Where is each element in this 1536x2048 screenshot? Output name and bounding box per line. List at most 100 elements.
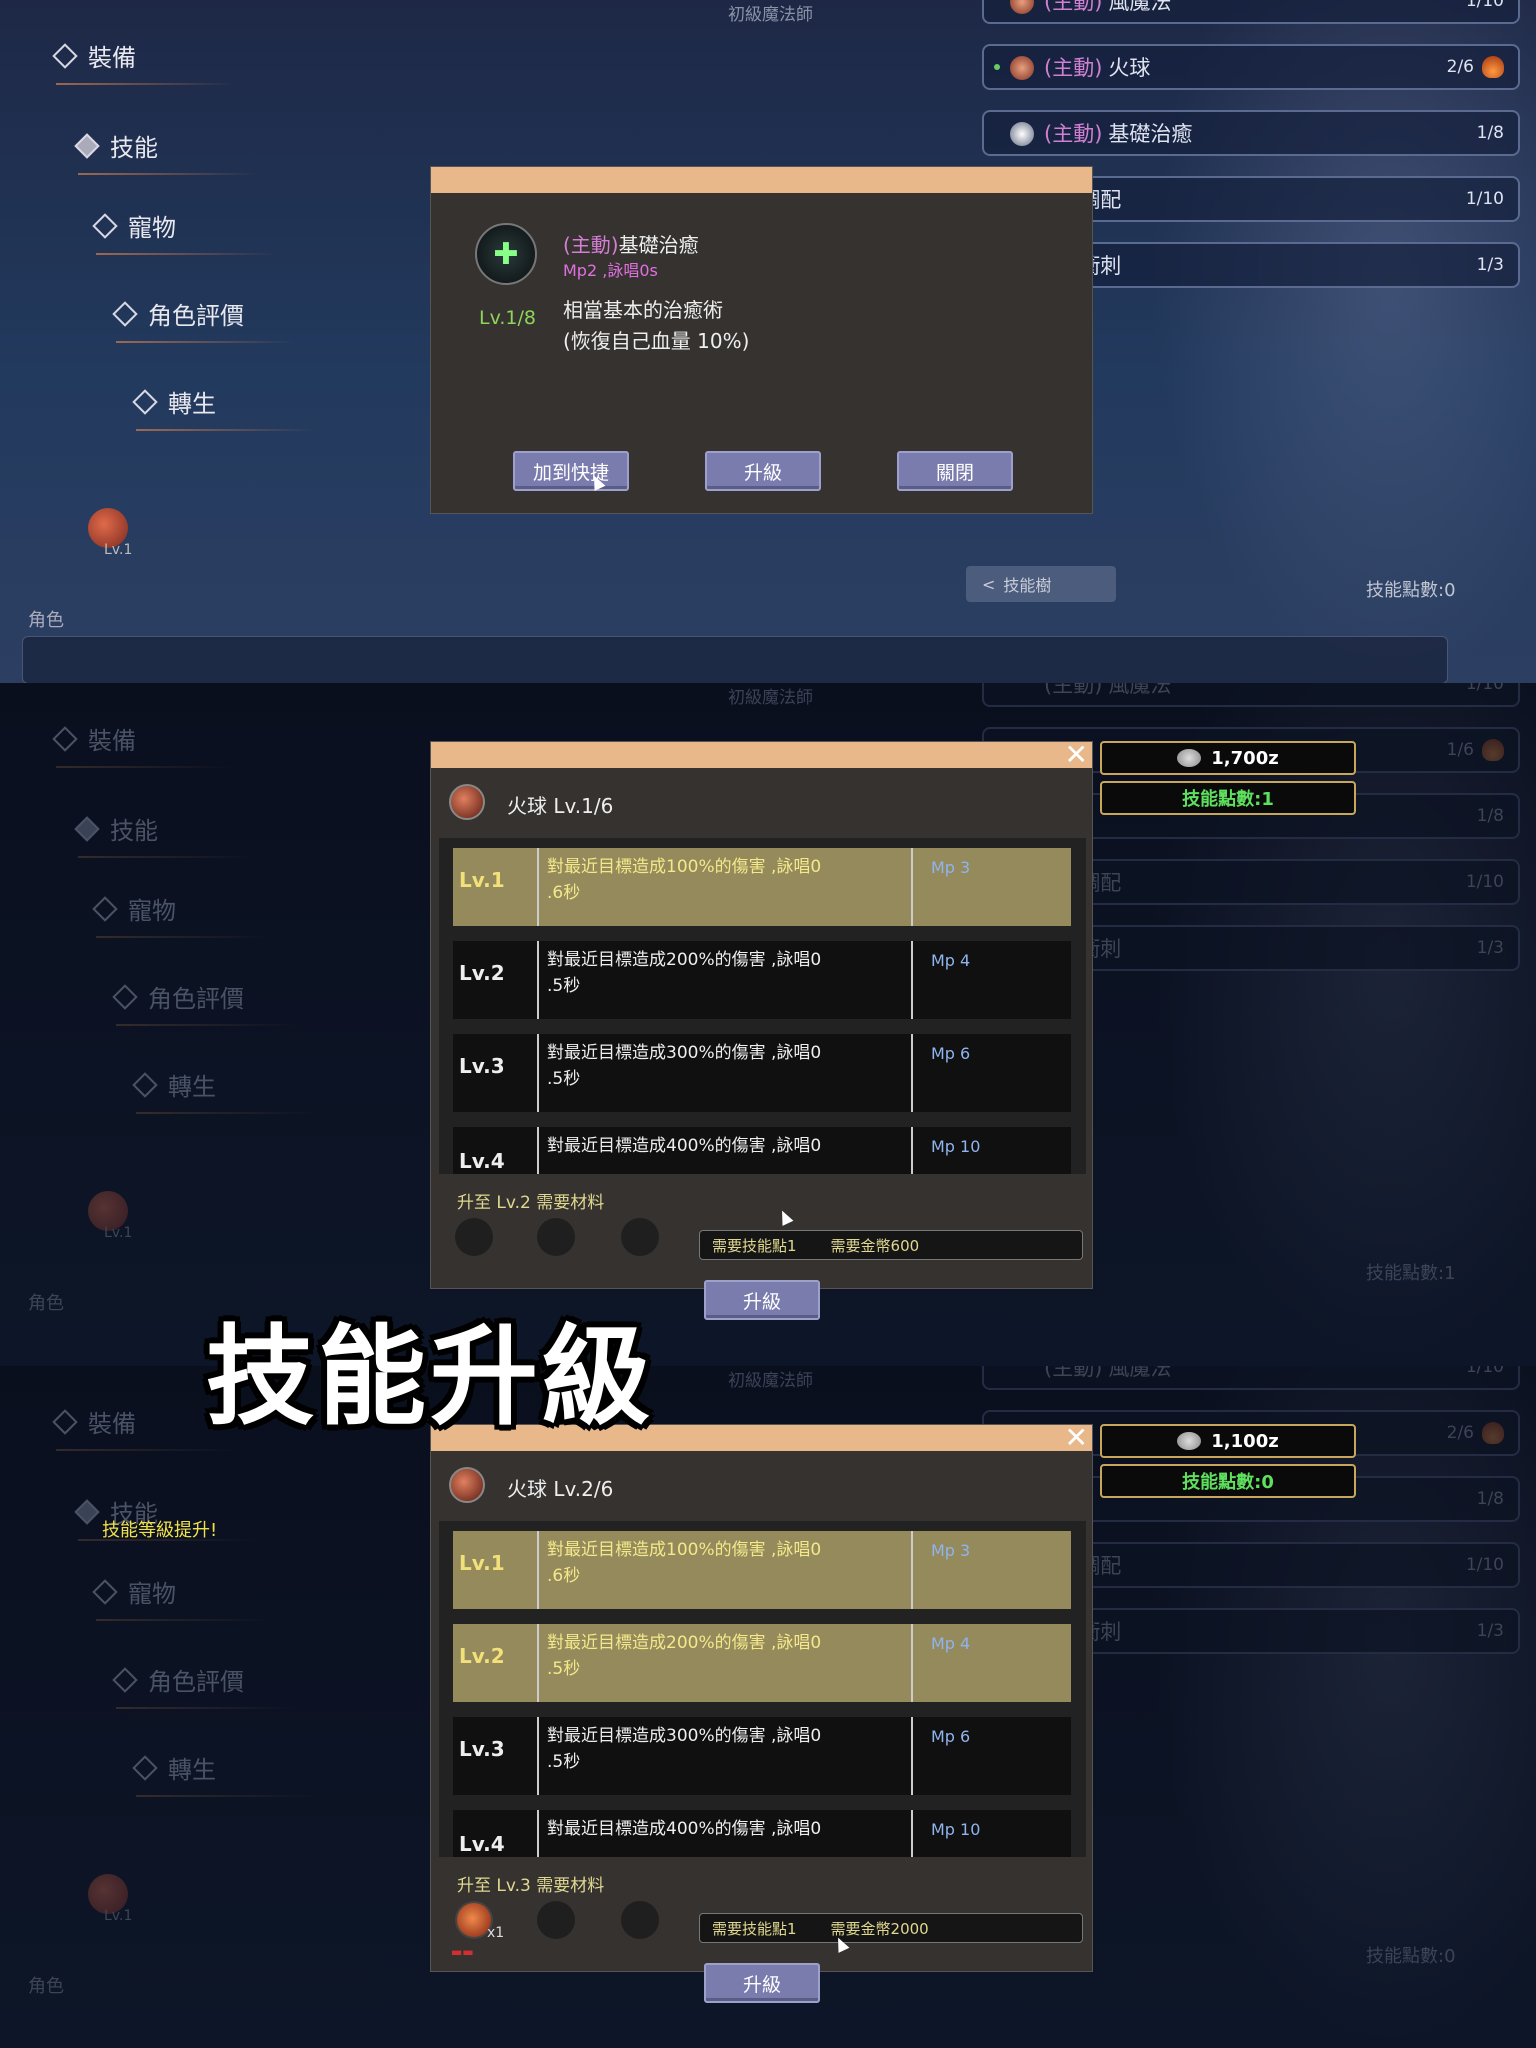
level-row: Lv.3 對最近目標造成300%的傷害 ,詠唱0 .5秒 Mp 6 bbox=[453, 1717, 1071, 1795]
skill-tag: (主動) bbox=[1044, 0, 1103, 14]
level-description: 對最近目標造成300%的傷害 ,詠唱0 .5秒 bbox=[539, 1717, 913, 1795]
skill-level: 1/10 bbox=[1465, 1366, 1504, 1377]
description-line: 對最近目標造成400%的傷害 ,詠唱0 bbox=[547, 1819, 822, 1839]
close-button[interactable]: 關閉 bbox=[897, 451, 1013, 491]
menu-item-pets[interactable]: 寵物 bbox=[92, 891, 276, 938]
character-level: Lv.1 bbox=[104, 542, 133, 558]
level-list[interactable]: Lv.1 對最近目標造成100%的傷害 ,詠唱0 .6秒 Mp 3 Lv.2 對最… bbox=[439, 1521, 1086, 1857]
skill-cost: Mp2 ,詠唱0s bbox=[563, 261, 658, 280]
skill-row-wind[interactable]: (主動) 風魔法 1/10 bbox=[982, 1366, 1520, 1390]
menu-item-rebirth[interactable]: 轉生 bbox=[132, 1750, 316, 1797]
diamond-icon bbox=[132, 388, 158, 415]
level-mp: Mp 6 bbox=[931, 1044, 971, 1063]
level-row: Lv.3 對最近目標造成300%的傷害 ,詠唱0 .5秒 Mp 6 bbox=[453, 1034, 1071, 1112]
menu-item-label: 轉生 bbox=[168, 390, 216, 418]
material-slot[interactable] bbox=[537, 1218, 575, 1256]
description-line: 對最近目標造成400%的傷害 ,詠唱0 bbox=[547, 1136, 822, 1156]
skill-row-wind[interactable]: (主動) 風魔法 1/10 bbox=[982, 683, 1520, 707]
job-caption: 初級魔法師 bbox=[728, 1371, 813, 1391]
skill-points-display: 技能點數:1 bbox=[1100, 781, 1356, 815]
level-description: 對最近目標造成100%的傷害 ,詠唱0 .6秒 bbox=[539, 1531, 913, 1609]
diamond-icon bbox=[52, 1408, 78, 1435]
menu-item-rebirth[interactable]: 轉生 bbox=[132, 384, 316, 431]
requirement-box: 需要技能點1 需要金幣2000 bbox=[699, 1913, 1083, 1943]
skill-name: 基礎治癒 bbox=[618, 233, 699, 257]
requirement-title: 升至 Lv.2 需要材料 bbox=[457, 1193, 605, 1213]
level-mp: Mp 3 bbox=[931, 858, 971, 877]
skill-row-heal[interactable]: (主動) 基礎治癒 1/8 bbox=[982, 110, 1520, 156]
material-count: x1 bbox=[487, 1925, 505, 1941]
diamond-icon bbox=[132, 1754, 158, 1781]
material-slot[interactable] bbox=[537, 1901, 575, 1939]
menu-item-label: 角色評價 bbox=[148, 1668, 244, 1696]
wind-skill-icon bbox=[1010, 0, 1034, 14]
menu-item-rating[interactable]: 角色評價 bbox=[112, 296, 296, 343]
skill-level: 1/3 bbox=[1476, 255, 1504, 275]
diamond-icon bbox=[132, 1071, 158, 1098]
menu-item-pets[interactable]: 寵物 bbox=[92, 208, 276, 255]
menu-item-rebirth[interactable]: 轉生 bbox=[132, 1067, 316, 1114]
description-line: (恢復自己血量 10%) bbox=[563, 329, 750, 353]
role-label: 角色 bbox=[28, 1293, 64, 1314]
menu-item-skills[interactable]: 技能 bbox=[74, 128, 258, 175]
mouse-cursor-icon bbox=[776, 1208, 794, 1226]
skill-tree-button[interactable]: < 技能樹 bbox=[966, 566, 1116, 602]
diamond-icon bbox=[112, 1666, 138, 1693]
selected-dot bbox=[994, 64, 1000, 70]
screen-upgrade-after: 初級魔法師 裝備 技能 寵物 角色評價 轉生 技能等級提升! Lv.1 角色 (… bbox=[0, 1366, 1536, 2048]
menu-item-equipment[interactable]: 裝備 bbox=[52, 38, 236, 85]
skill-level: 1/8 bbox=[1476, 1489, 1504, 1509]
menu-item-pets[interactable]: 寵物 bbox=[92, 1574, 276, 1621]
job-caption: 初級魔法師 bbox=[728, 5, 813, 25]
upgrade-button[interactable]: 升級 bbox=[705, 451, 821, 491]
upgrade-button[interactable]: 升級 bbox=[704, 1963, 820, 2003]
level-list[interactable]: Lv.1 對最近目標造成100%的傷害 ,詠唱0 .6秒 Mp 3 Lv.2 對最… bbox=[439, 838, 1086, 1174]
character-artwork bbox=[1150, 0, 1536, 683]
upgrade-button[interactable]: 升級 bbox=[704, 1280, 820, 1320]
level-mp: Mp 10 bbox=[931, 1820, 981, 1839]
skill-tag: (主動) bbox=[1044, 1366, 1103, 1380]
dialog-titlebar: ✕ bbox=[431, 740, 1092, 770]
dialog-title: 火球 Lv.2/6 bbox=[507, 1477, 614, 1501]
skill-row-wind[interactable]: (主動) 風魔法 1/10 bbox=[982, 0, 1520, 24]
description-line: 對最近目標造成300%的傷害 ,詠唱0 bbox=[547, 1043, 822, 1063]
level-mp: Mp 4 bbox=[931, 951, 971, 970]
close-icon[interactable]: ✕ bbox=[1065, 740, 1088, 770]
skill-points: 技能點數:0 bbox=[1366, 580, 1456, 601]
material-slot[interactable] bbox=[621, 1218, 659, 1256]
skill-tree-label: 技能樹 bbox=[1003, 576, 1052, 595]
level-row: Lv.1 對最近目標造成100%的傷害 ,詠唱0 .6秒 Mp 3 bbox=[453, 1531, 1071, 1609]
required-skill-points: 需要技能點1 bbox=[712, 1919, 797, 1938]
level-label: Lv.4 bbox=[453, 1810, 539, 1857]
skill-name: 風魔法 bbox=[1108, 683, 1172, 697]
level-label: Lv.4 bbox=[453, 1127, 539, 1174]
job-caption: 初級魔法師 bbox=[728, 688, 813, 708]
close-icon[interactable]: ✕ bbox=[1065, 1423, 1088, 1453]
material-slot[interactable] bbox=[455, 1218, 493, 1256]
description-line: .5秒 bbox=[547, 1069, 581, 1089]
level-row: Lv.2 對最近目標造成200%的傷害 ,詠唱0 .5秒 Mp 4 bbox=[453, 941, 1071, 1019]
role-label: 角色 bbox=[28, 1976, 64, 1997]
skill-row-fireball[interactable]: (主動) 火球 2/6 bbox=[982, 44, 1520, 90]
skill-name: 火球 bbox=[1108, 56, 1151, 80]
required-gold: 需要金幣2000 bbox=[830, 1919, 929, 1938]
menu-item-skills[interactable]: 技能 bbox=[74, 811, 258, 858]
level-mp: Mp 6 bbox=[931, 1727, 971, 1746]
dialog-header: 火球 Lv.2/6 bbox=[431, 1451, 1092, 1517]
menu-item-label: 寵物 bbox=[128, 1580, 176, 1608]
add-shortcut-button[interactable]: 加到快捷 bbox=[513, 451, 629, 491]
material-slot[interactable] bbox=[621, 1901, 659, 1939]
fireball-skill-icon bbox=[1010, 56, 1034, 80]
description-line: .5秒 bbox=[547, 1659, 581, 1679]
diamond-icon bbox=[112, 983, 138, 1010]
skill-info-dialog: ✚ Lv.1/8 (主動)基礎治癒 Mp2 ,詠唱0s 相當基本的治癒術 (恢復… bbox=[430, 166, 1093, 514]
level-up-toast: 技能等級提升! bbox=[102, 1520, 218, 1541]
description-line: 相當基本的治癒術 bbox=[563, 298, 723, 322]
level-label: Lv.3 bbox=[453, 1717, 539, 1795]
menu-item-equipment[interactable]: 裝備 bbox=[52, 1404, 236, 1451]
diamond-icon bbox=[52, 725, 78, 752]
menu-item-rating[interactable]: 角色評價 bbox=[112, 1662, 296, 1709]
material-lacking-mark: ▬▬ bbox=[451, 1945, 474, 1959]
menu-item-equipment[interactable]: 裝備 bbox=[52, 721, 236, 768]
menu-item-rating[interactable]: 角色評價 bbox=[112, 979, 296, 1026]
